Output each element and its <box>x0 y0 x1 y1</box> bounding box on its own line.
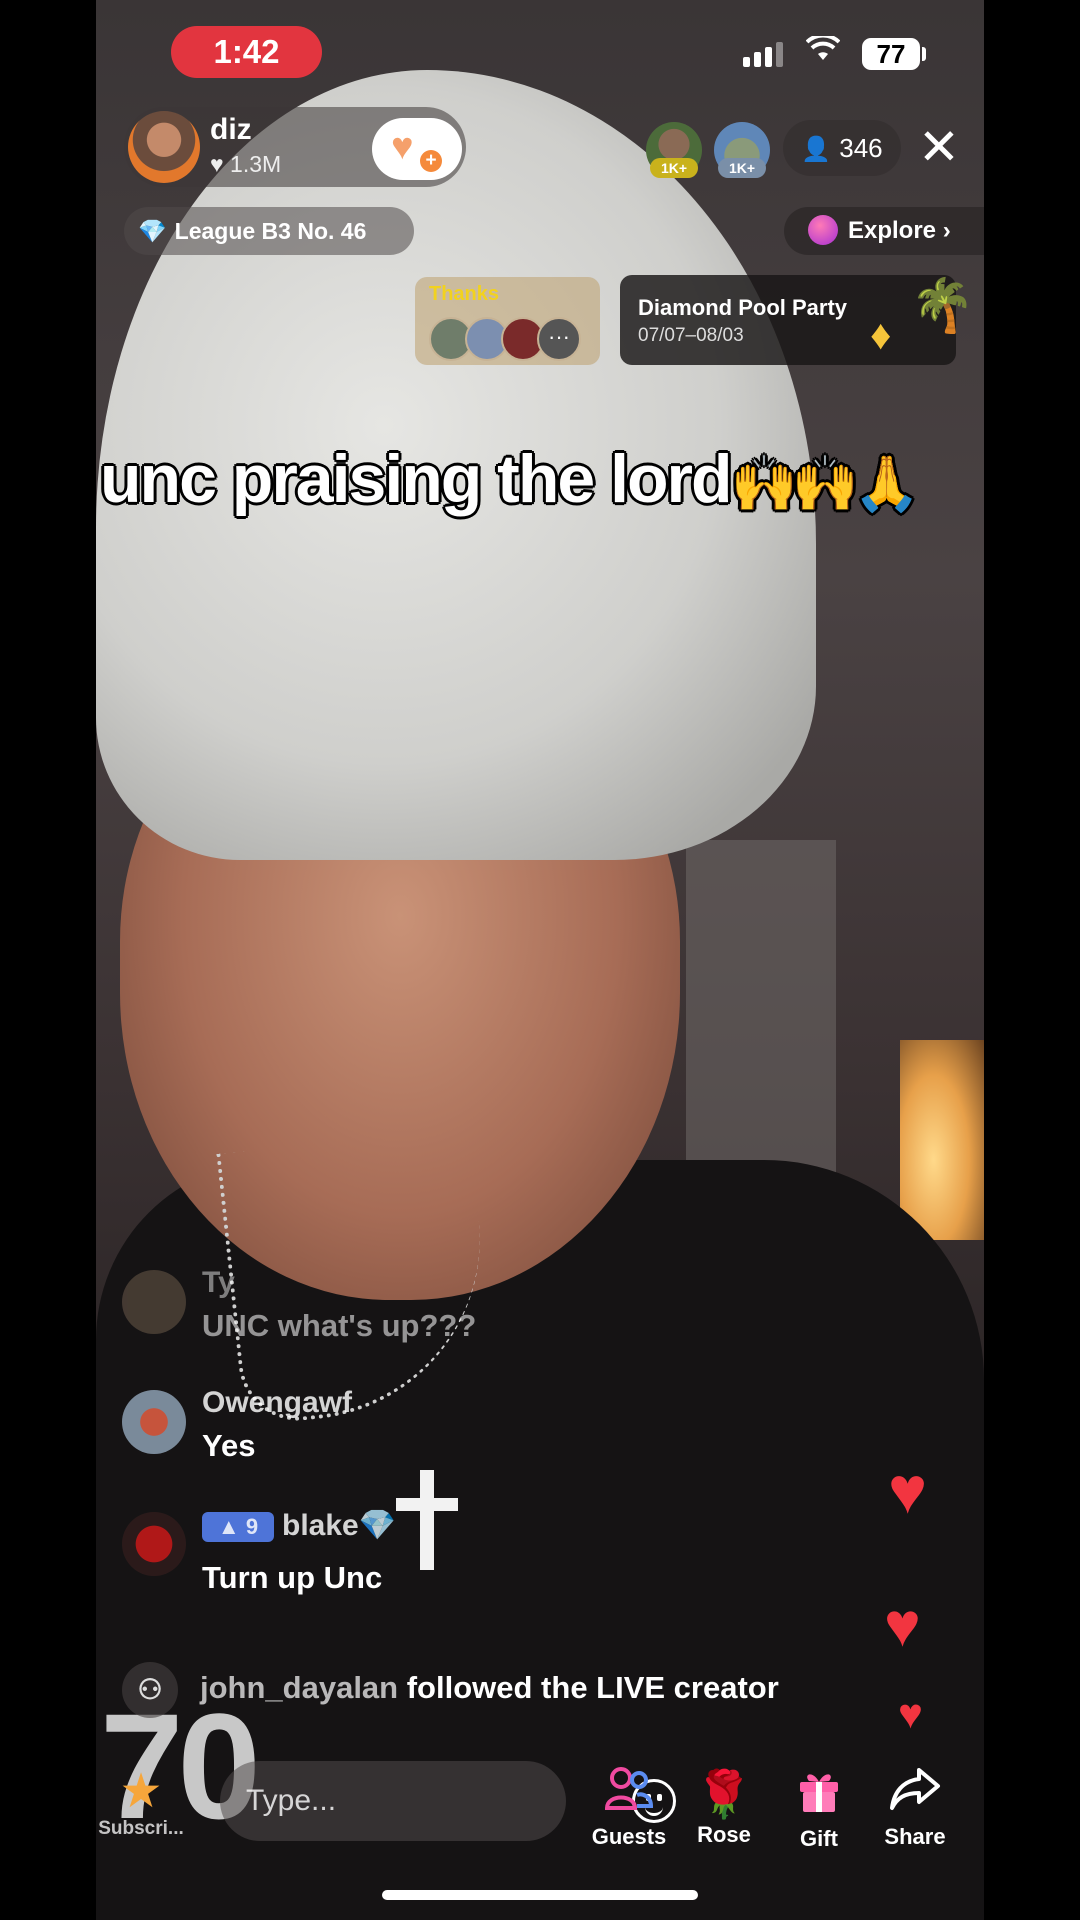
caption-text: unc praising the lord <box>100 441 732 517</box>
event-dates: 07/07–08/03 <box>638 325 744 346</box>
thanks-label: Thanks <box>429 283 500 305</box>
letterbox-right <box>984 0 1080 1920</box>
viewer-count[interactable]: 👤 346 <box>783 120 901 176</box>
rose-button[interactable]: 🌹 Rose <box>681 1766 767 1848</box>
floating-heart-icon: ♥ <box>888 1453 928 1527</box>
top-viewer-avatar[interactable]: 1K+ <box>714 122 770 178</box>
planet-icon <box>808 214 838 245</box>
letterbox-left <box>0 0 96 1920</box>
heart-icon: ♥ <box>391 126 414 168</box>
commenter-avatar[interactable] <box>122 1390 186 1454</box>
rose-label: Rose <box>697 1822 751 1847</box>
gift-icon <box>776 1766 862 1826</box>
viewer-count-value: 346 <box>839 133 883 163</box>
share-icon <box>872 1766 958 1824</box>
event-banner[interactable]: Diamond Pool Party 07/07–08/03 ♦ 🌴 <box>620 275 975 365</box>
commenter-name: Owengawf <box>202 1386 353 1419</box>
subscribe-label: Subscri... <box>98 1818 184 1839</box>
gem-icon: ♦ <box>870 311 892 358</box>
battery-indicator: 77 <box>862 38 920 70</box>
follow-button[interactable]: ♥ + <box>372 118 462 180</box>
status-bar: 1:42 77 <box>0 22 1080 82</box>
more-icon: ··· <box>537 317 581 361</box>
status-time: 1:42 <box>171 26 322 78</box>
level-badge: ▲ 9 <box>202 1512 274 1543</box>
event-title: Diamond Pool Party <box>638 295 848 320</box>
share-label: Share <box>884 1824 946 1849</box>
cross-pendant-bar <box>396 1498 458 1511</box>
stream-caption: unc praising the lord🙌🙌🙏 <box>100 440 980 518</box>
praise-emoji-icon: 🙌🙌🙏 <box>730 454 921 514</box>
top-viewer-tag: 1K+ <box>718 158 766 178</box>
guests-button[interactable]: Guests <box>586 1766 672 1850</box>
league-label: League B3 No. 46 <box>174 218 367 244</box>
comment-text: UNC what's up??? <box>202 1308 477 1343</box>
gift-label: Gift <box>800 1826 838 1851</box>
commenter-name: Ty <box>202 1266 235 1299</box>
commenter-name: ▲ 9 blake💎 <box>202 1508 396 1543</box>
signal-icon <box>743 42 787 67</box>
person-icon: 👤 <box>801 136 832 163</box>
follow-event-text: followed the LIVE creator <box>406 1670 779 1706</box>
live-stream-screen: 1:42 77 diz ♥ 1.3M ♥ + 1K+ 1K+ 👤 346 ✕ 💎 L… <box>0 0 1080 1920</box>
floating-heart-icon: ♥ <box>898 1690 923 1737</box>
explore-label: Explore › <box>848 217 951 244</box>
guests-icon <box>586 1766 672 1824</box>
palm-tree-icon: 🌴 <box>910 277 975 335</box>
comment-box[interactable] <box>220 1761 676 1841</box>
top-viewer-tag: 1K+ <box>650 158 698 178</box>
share-button[interactable]: Share <box>872 1766 958 1850</box>
star-icon: ★ <box>119 1765 163 1818</box>
explore-button[interactable]: Explore › <box>784 207 984 255</box>
comment-text: Turn up Unc <box>202 1560 383 1595</box>
host-avatar[interactable] <box>128 111 200 183</box>
guests-label: Guests <box>591 1824 667 1849</box>
comment-input[interactable] <box>244 1775 468 1827</box>
level-badge-value: 9 <box>245 1514 259 1540</box>
subscribe-button[interactable]: ★ Subscri... <box>96 1766 186 1840</box>
follow-notification: ⚇ john_dayalan followed the LIVE creator <box>122 1662 779 1718</box>
home-indicator[interactable] <box>382 1890 698 1900</box>
commenter-avatar[interactable] <box>122 1270 186 1334</box>
host-name: diz <box>210 113 252 146</box>
floating-heart-icon: ♥ <box>884 1591 921 1660</box>
follower-name[interactable]: john_dayalan <box>200 1670 398 1705</box>
close-icon[interactable]: ✕ <box>914 117 964 177</box>
gift-button[interactable]: Gift <box>776 1766 862 1852</box>
follow-user-icon: ⚇ <box>122 1662 178 1718</box>
league-badge[interactable]: 💎 League B3 No. 46 <box>124 207 414 255</box>
wifi-icon <box>805 33 841 70</box>
rose-icon: 🌹 <box>695 1768 753 1820</box>
cross-pendant <box>420 1470 434 1570</box>
battery-nub <box>922 47 926 61</box>
comment-text: Yes <box>202 1428 256 1463</box>
top-viewer-avatar[interactable]: 1K+ <box>646 122 702 178</box>
diamond-icon: 💎 <box>138 218 167 244</box>
plus-icon: + <box>420 150 442 172</box>
background-lamp <box>900 1040 984 1240</box>
bottom-bar: ★ Subscri... Guests 🌹 Rose Gift <box>96 1756 984 1866</box>
host-likes: ♥ 1.3M <box>210 151 282 177</box>
thanks-panel[interactable]: Thanks ··· <box>415 277 600 365</box>
commenter-avatar[interactable] <box>122 1512 186 1576</box>
commenter-name-text: blake💎 <box>282 1509 397 1542</box>
